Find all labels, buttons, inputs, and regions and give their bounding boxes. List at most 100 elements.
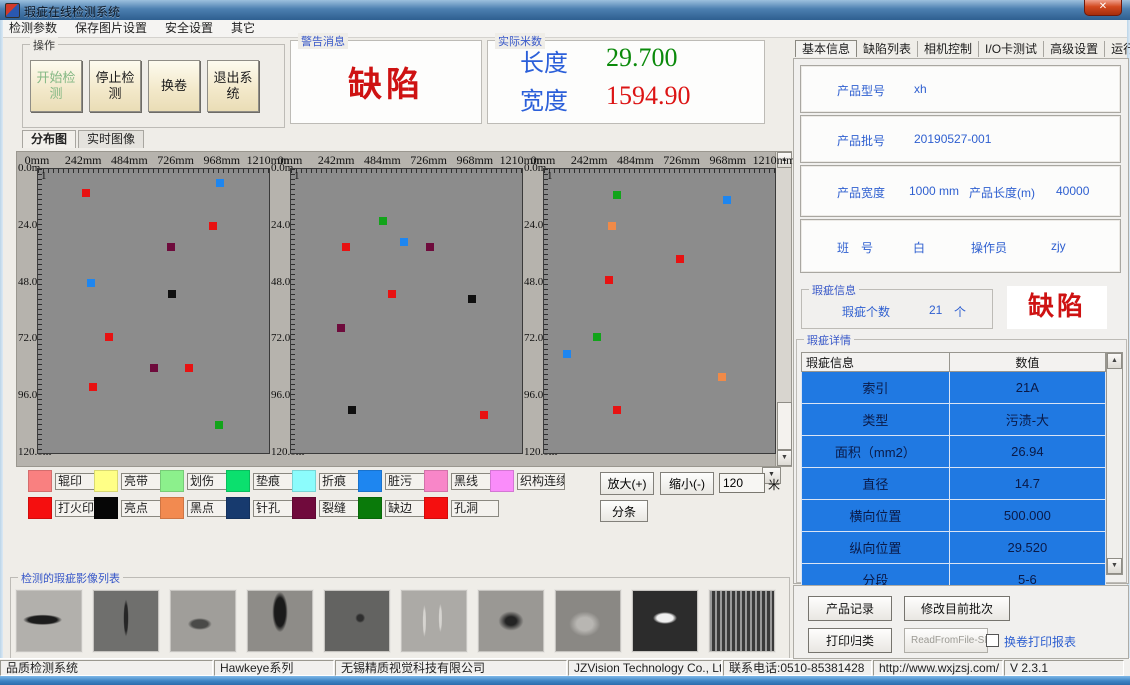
defect-thumbnail-5[interactable] bbox=[324, 590, 390, 652]
defect-thumbnail-3[interactable] bbox=[170, 590, 236, 652]
defect-point[interactable] bbox=[168, 290, 176, 298]
view-tab-1[interactable]: 分布图 bbox=[22, 130, 76, 148]
legend-item: 折痕 bbox=[292, 470, 367, 491]
right-tab-2[interactable]: 缺陷列表 bbox=[857, 41, 918, 57]
defect-thumbnail-1[interactable] bbox=[16, 590, 82, 652]
table-row[interactable]: 纵向位置29.520 bbox=[802, 532, 1106, 564]
defect-point[interactable] bbox=[613, 406, 621, 414]
defect-point[interactable] bbox=[105, 333, 113, 341]
defect-thumbnail-6[interactable] bbox=[401, 590, 467, 652]
defect-thumbnail-10[interactable] bbox=[709, 590, 775, 652]
defect-point[interactable] bbox=[608, 222, 616, 230]
close-button[interactable] bbox=[1084, 0, 1122, 16]
flaw-count-unit: 个 bbox=[954, 303, 966, 320]
defect-point[interactable] bbox=[209, 222, 217, 230]
x-tick-label: 484mm bbox=[364, 153, 401, 168]
right-tab-4[interactable]: I/O卡测试 bbox=[979, 41, 1044, 57]
op-button-4[interactable]: 退出系统 bbox=[207, 60, 259, 112]
menu-item[interactable]: 检测参数 bbox=[0, 20, 66, 36]
defect-point[interactable] bbox=[613, 191, 621, 199]
menu-item[interactable]: 保存图片设置 bbox=[66, 20, 156, 36]
defect-point[interactable] bbox=[379, 217, 387, 225]
defect-thumbnail-2[interactable] bbox=[93, 590, 159, 652]
print-on-rollchange-checkbox[interactable] bbox=[986, 634, 999, 647]
defect-point[interactable] bbox=[723, 196, 731, 204]
print-classify-button[interactable]: 打印归类 bbox=[808, 628, 892, 653]
table-row[interactable]: 索引21A bbox=[802, 372, 1106, 404]
split-strip-button[interactable]: 分条 bbox=[600, 500, 648, 522]
defect-thumbnail-4[interactable] bbox=[247, 590, 313, 652]
table-row[interactable]: 直径14.7 bbox=[802, 468, 1106, 500]
right-footer-panel: 产品记录 修改目前批次 打印归类 ReadFromFile-SIM 换卷打印报表 bbox=[793, 585, 1129, 659]
right-tab-3[interactable]: 相机控制 bbox=[918, 41, 979, 57]
x-tick-label: 968mm bbox=[456, 153, 493, 168]
zoom-in-button[interactable]: 放大(+) bbox=[600, 472, 654, 495]
width-label: 宽度 bbox=[520, 81, 568, 116]
legend-label: 织构连续 bbox=[517, 473, 565, 490]
right-tab-1[interactable]: 基本信息 bbox=[795, 40, 857, 57]
defect-point[interactable] bbox=[348, 406, 356, 414]
table-scroll-up-icon[interactable] bbox=[1107, 353, 1122, 369]
plots-scrollbar[interactable] bbox=[775, 152, 791, 466]
table-row[interactable]: 类型污渍-大 bbox=[802, 404, 1106, 436]
table-row[interactable]: 面积（mm2）26.94 bbox=[802, 436, 1106, 468]
op-button-1[interactable]: 开始检测 bbox=[30, 60, 82, 112]
meter-range-input[interactable] bbox=[719, 473, 765, 493]
table-scroll-down-icon[interactable] bbox=[1107, 558, 1122, 574]
defect-point[interactable] bbox=[593, 333, 601, 341]
defect-point[interactable] bbox=[605, 276, 613, 284]
table-row[interactable]: 横向位置500.000 bbox=[802, 500, 1106, 532]
flaw-info-group-label: 瑕疵信息 bbox=[809, 282, 859, 298]
defect-point[interactable] bbox=[400, 238, 408, 246]
op-button-2[interactable]: 停止检测 bbox=[89, 60, 141, 112]
scroll-thumb[interactable] bbox=[777, 402, 792, 450]
defect-point[interactable] bbox=[468, 295, 476, 303]
product-size-row: 产品宽度 1000 mm 产品长度(m) 40000 bbox=[800, 165, 1121, 217]
defect-point[interactable] bbox=[676, 255, 684, 263]
basic-info-panel: 产品型号 xh 产品批号 20190527-001 产品宽度 1000 mm 产… bbox=[793, 58, 1129, 584]
defect-point[interactable] bbox=[480, 411, 488, 419]
defect-point[interactable] bbox=[89, 383, 97, 391]
zoom-out-button[interactable]: 缩小(-) bbox=[660, 472, 714, 495]
defect-thumbnail-9[interactable] bbox=[632, 590, 698, 652]
flaw-detail-scrollbar[interactable] bbox=[1106, 352, 1123, 575]
op-button-3[interactable]: 换卷 bbox=[148, 60, 200, 112]
defect-point[interactable] bbox=[216, 179, 224, 187]
defect-point[interactable] bbox=[563, 350, 571, 358]
defect-point[interactable] bbox=[150, 364, 158, 372]
status-segment-5: 联系电话:0510-85381428 bbox=[723, 660, 872, 676]
table-cell: 21A bbox=[949, 372, 1105, 404]
view-tab-2[interactable]: 实时图像 bbox=[78, 130, 144, 148]
x-tick-label: 726mm bbox=[157, 153, 194, 168]
defect-point[interactable] bbox=[426, 243, 434, 251]
product-width-label: 产品宽度 bbox=[837, 184, 885, 201]
right-tab-5[interactable]: 高级设置 bbox=[1044, 41, 1105, 57]
product-record-button[interactable]: 产品记录 bbox=[808, 596, 892, 621]
defect-thumbnail-8[interactable] bbox=[555, 590, 621, 652]
defect-point[interactable] bbox=[87, 279, 95, 287]
defect-point[interactable] bbox=[388, 290, 396, 298]
status-segment-4: JZVision Technology Co., Ltd. bbox=[568, 660, 722, 676]
defect-thumbnail-7[interactable] bbox=[478, 590, 544, 652]
menu-item[interactable]: 安全设置 bbox=[156, 20, 222, 36]
flaw-info-group: 瑕疵信息 瑕疵个数 21 个 bbox=[801, 289, 993, 329]
defect-point[interactable] bbox=[337, 324, 345, 332]
scroll-down-icon[interactable] bbox=[777, 450, 792, 466]
status-bar: 品质检测系统Hawkeye系列无锡精质视觉科技有限公司JZVision Tech… bbox=[0, 658, 1130, 677]
defect-point[interactable] bbox=[342, 243, 350, 251]
product-batch-label: 产品批号 bbox=[837, 132, 885, 149]
legend-color-swatch bbox=[160, 497, 184, 519]
warning-group-label: 警告消息 bbox=[298, 33, 348, 49]
right-tab-6[interactable]: 运行状态信息 bbox=[1105, 41, 1130, 57]
menu-item[interactable]: 其它 bbox=[222, 20, 264, 36]
defect-point[interactable] bbox=[185, 364, 193, 372]
segment-label: 1 bbox=[294, 170, 300, 182]
defect-point[interactable] bbox=[215, 421, 223, 429]
product-batch-value: 20190527-001 bbox=[914, 132, 991, 146]
defect-point[interactable] bbox=[718, 373, 726, 381]
defect-point[interactable] bbox=[82, 189, 90, 197]
meter-unit-label: 米 bbox=[768, 476, 780, 493]
defect-point[interactable] bbox=[167, 243, 175, 251]
modify-batch-button[interactable]: 修改目前批次 bbox=[904, 596, 1010, 621]
legend-item: 打火印 bbox=[28, 497, 103, 518]
